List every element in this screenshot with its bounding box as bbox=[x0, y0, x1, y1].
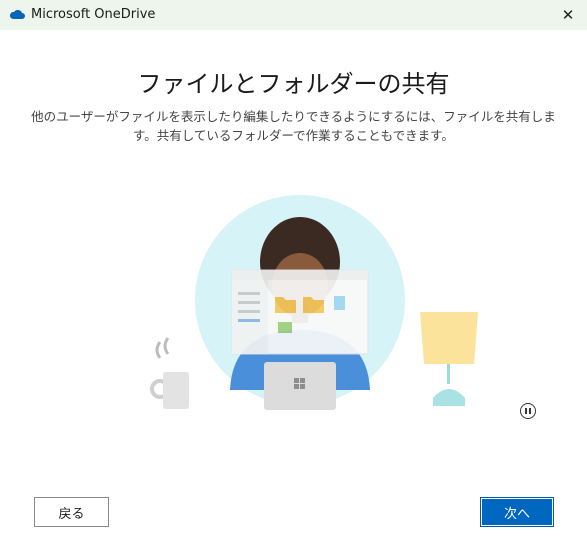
close-button[interactable]: ✕ bbox=[549, 0, 587, 30]
pause-button[interactable] bbox=[520, 403, 536, 419]
lamp-illustration bbox=[420, 312, 478, 406]
pause-icon bbox=[529, 408, 531, 414]
close-icon: ✕ bbox=[561, 6, 575, 24]
title-bar: Microsoft OneDrive ✕ bbox=[0, 0, 587, 30]
file-window-illustration bbox=[231, 269, 369, 355]
page-description: 他のユーザーがファイルを表示したり編集したりできるようにするには、ファイルを共有… bbox=[31, 109, 556, 143]
sharing-illustration bbox=[150, 195, 478, 410]
onedrive-cloud-icon bbox=[9, 9, 25, 19]
pause-icon bbox=[525, 408, 527, 414]
next-button[interactable]: 次へ bbox=[480, 497, 554, 527]
image-file-icon bbox=[278, 322, 292, 333]
window-title: Microsoft OneDrive bbox=[31, 7, 156, 22]
back-button[interactable]: 戻る bbox=[34, 497, 109, 527]
page-title: ファイルとフォルダーの共有 bbox=[137, 70, 450, 98]
laptop-illustration bbox=[264, 362, 336, 410]
mug-illustration bbox=[150, 337, 189, 409]
document-icon bbox=[334, 296, 345, 310]
